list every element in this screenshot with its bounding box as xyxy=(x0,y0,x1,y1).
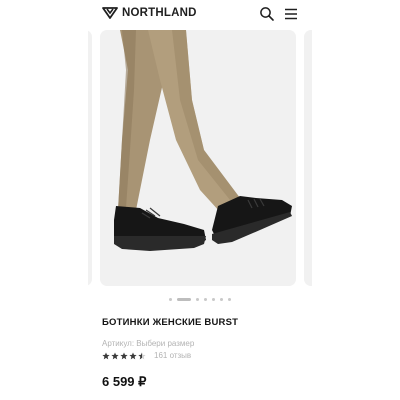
pagination-dot[interactable] xyxy=(220,297,223,301)
product-image-gallery[interactable] xyxy=(88,28,312,286)
pagination-dot[interactable] xyxy=(196,297,199,301)
product-title: БОТИНКИ ЖЕНСКИЕ BURST xyxy=(102,317,239,328)
gallery-slide-current[interactable] xyxy=(100,30,296,286)
top-header: NORTHLAND xyxy=(88,0,312,28)
brand-name: NORTHLAND xyxy=(122,7,197,19)
star-icon xyxy=(120,351,128,359)
pagination-dot-active[interactable] xyxy=(177,297,191,301)
star-icon xyxy=(111,351,119,359)
pagination-dot[interactable] xyxy=(169,297,172,301)
rating-stars xyxy=(102,351,146,360)
pagination-dot[interactable] xyxy=(204,297,207,301)
product-rating[interactable]: 161 отзыв xyxy=(102,351,191,360)
gallery-slide-next[interactable] xyxy=(304,30,312,286)
product-price: 6 599 ₽ xyxy=(102,374,147,389)
reviews-count-link[interactable]: 161 отзыв xyxy=(154,351,191,360)
gallery-slide-previous[interactable] xyxy=(88,30,92,286)
brand-logo[interactable]: NORTHLAND xyxy=(102,6,197,20)
search-icon[interactable] xyxy=(259,6,275,22)
northland-logo-icon xyxy=(102,7,118,19)
product-sku: Артикул: Выбери размер xyxy=(102,339,195,348)
star-icon xyxy=(102,351,110,359)
hamburger-menu-icon[interactable] xyxy=(283,6,299,22)
pagination-dot[interactable] xyxy=(212,297,215,301)
product-photo xyxy=(114,30,292,251)
star-half-icon xyxy=(138,351,146,359)
pagination-dot[interactable] xyxy=(228,297,231,301)
gallery-pagination[interactable] xyxy=(88,296,312,302)
mobile-screen: NORTHLAND БОТИНКИ ЖЕНСКИЕ BURST Артикул:… xyxy=(88,0,312,400)
star-icon xyxy=(129,351,137,359)
